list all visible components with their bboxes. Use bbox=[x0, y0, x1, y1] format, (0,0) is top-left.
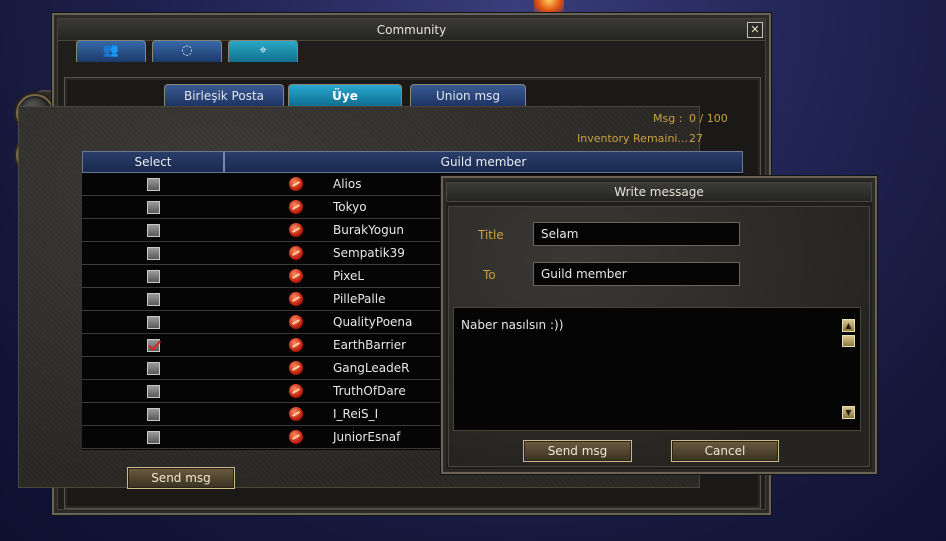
guild-emblem-icon bbox=[289, 200, 303, 214]
select-checkbox[interactable] bbox=[147, 408, 160, 421]
tab-union-msg[interactable]: Union msg bbox=[410, 84, 526, 106]
tab-unified-mailbox[interactable]: Birleşik Posta Kutusu bbox=[164, 84, 284, 125]
guild-emblem-icon bbox=[289, 338, 303, 352]
title-label: Title bbox=[478, 228, 504, 242]
select-checkbox[interactable] bbox=[147, 316, 160, 329]
message-textarea[interactable]: Naber nasılsın :)) ▲ ▼ bbox=[453, 307, 861, 431]
inventory-count: 27 bbox=[689, 132, 703, 145]
background-flame bbox=[534, 0, 564, 14]
table-header: Select Guild member bbox=[82, 151, 743, 173]
guild-icon: ⌖ bbox=[259, 43, 267, 58]
member-name: I_ReiS_I bbox=[333, 407, 379, 421]
select-checkbox[interactable] bbox=[147, 293, 160, 306]
member-name: Alios bbox=[333, 177, 362, 191]
dialog-cancel-button[interactable]: Cancel bbox=[671, 440, 779, 462]
title-input[interactable]: Selam bbox=[533, 222, 740, 246]
tab-guild[interactable]: ⌖ bbox=[228, 40, 298, 62]
msg-label: Msg : bbox=[653, 112, 683, 125]
inventory-label: Inventory Remaini... bbox=[577, 132, 688, 145]
member-name: GangLeadeR bbox=[333, 361, 410, 375]
message-text: Naber nasılsın :)) bbox=[461, 318, 564, 332]
tab-member[interactable]: Üye bbox=[288, 84, 402, 106]
dialog-title: Write message bbox=[446, 182, 872, 202]
msg-count: 0 / 100 bbox=[689, 112, 728, 125]
select-checkbox[interactable] bbox=[147, 201, 160, 214]
guild-emblem-icon bbox=[289, 269, 303, 283]
tab-friends[interactable]: 👥 bbox=[76, 40, 146, 62]
party-icon: ◌ bbox=[181, 43, 193, 58]
select-checkbox[interactable] bbox=[147, 247, 160, 260]
member-name: JuniorEsnaf bbox=[333, 430, 401, 444]
select-checkbox[interactable] bbox=[147, 178, 160, 191]
scroll-down-icon[interactable]: ▼ bbox=[842, 406, 855, 419]
select-checkbox[interactable] bbox=[147, 362, 160, 375]
select-checkbox[interactable] bbox=[147, 431, 160, 444]
scroll-up-icon[interactable]: ▲ bbox=[842, 319, 855, 332]
guild-emblem-icon bbox=[289, 292, 303, 306]
select-checkbox[interactable] bbox=[147, 224, 160, 237]
member-name: Sempatik39 bbox=[333, 246, 405, 260]
guild-emblem-icon bbox=[289, 315, 303, 329]
scrollbar-thumb[interactable] bbox=[842, 335, 855, 347]
member-name: Tokyo bbox=[333, 200, 367, 214]
member-name: BurakYogun bbox=[333, 223, 404, 237]
column-guild-member: Guild member bbox=[440, 155, 527, 169]
guild-emblem-icon bbox=[289, 246, 303, 260]
select-checkbox[interactable] bbox=[147, 270, 160, 283]
send-msg-button[interactable]: Send msg bbox=[127, 467, 235, 489]
guild-emblem-icon bbox=[289, 384, 303, 398]
dialog-send-button[interactable]: Send msg bbox=[523, 440, 632, 462]
member-name: PixeL bbox=[333, 269, 365, 283]
friends-icon: 👥 bbox=[102, 43, 120, 58]
guild-emblem-icon bbox=[289, 430, 303, 444]
column-select: Select bbox=[134, 155, 172, 169]
to-input[interactable]: Guild member bbox=[533, 262, 740, 286]
member-name: PillePalle bbox=[333, 292, 386, 306]
tab-party[interactable]: ◌ bbox=[152, 40, 222, 62]
guild-emblem-icon bbox=[289, 223, 303, 237]
guild-emblem-icon bbox=[289, 361, 303, 375]
select-checkbox[interactable] bbox=[147, 339, 160, 352]
member-name: TruthOfDare bbox=[333, 384, 406, 398]
to-label: To bbox=[483, 268, 496, 282]
select-checkbox[interactable] bbox=[147, 385, 160, 398]
close-icon[interactable]: ✕ bbox=[747, 22, 763, 38]
member-name: QualityPoena bbox=[333, 315, 413, 329]
member-name: EarthBarrier bbox=[333, 338, 407, 352]
window-title: Community bbox=[58, 19, 765, 41]
guild-emblem-icon bbox=[289, 407, 303, 421]
guild-emblem-icon bbox=[289, 177, 303, 191]
